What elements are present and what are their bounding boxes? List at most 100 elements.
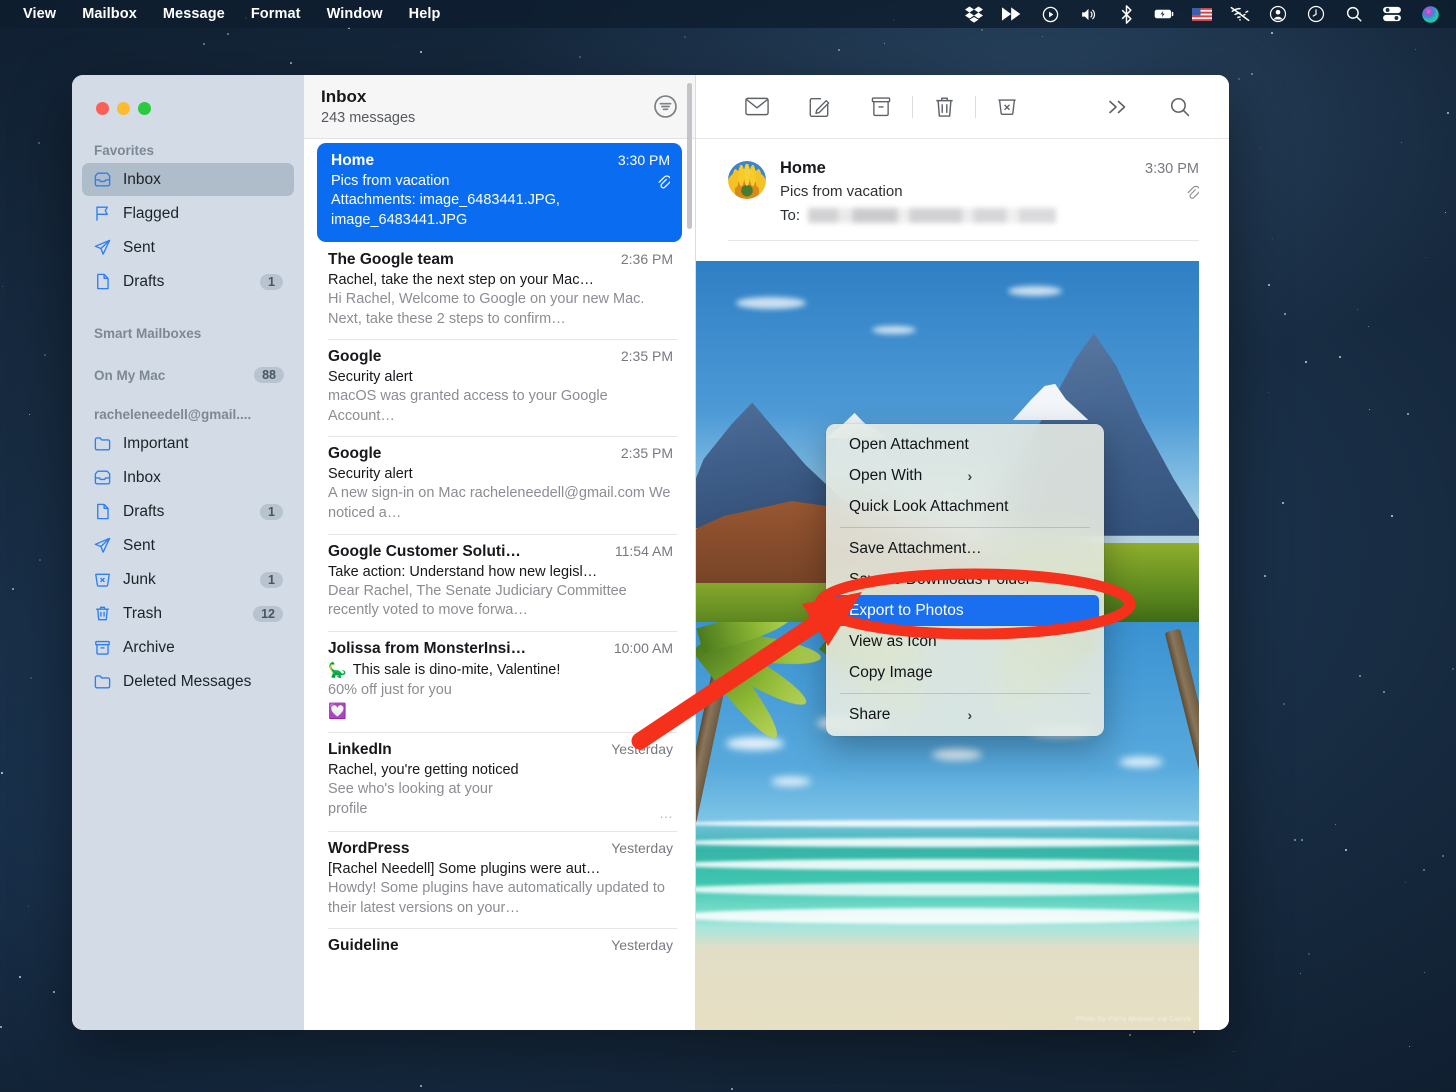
message-list-item[interactable]: Guideline Yesterday: [304, 928, 695, 965]
message-list-item[interactable]: LinkedIn Yesterday Rachel, you're gettin…: [304, 732, 695, 831]
message-preview: Hi Rachel, Welcome to Google on your new…: [328, 290, 673, 329]
dropbox-icon[interactable]: [964, 4, 984, 24]
message-list-item[interactable]: Google 2:35 PM Security alert macOS was …: [304, 339, 695, 436]
on-my-mac-label: On My Mac: [94, 368, 165, 383]
message-time: 2:36 PM: [621, 251, 673, 267]
message-list-scroll[interactable]: Home 3:30 PM Pics from vacation Attachme…: [304, 139, 695, 1030]
message-list-item[interactable]: Jolissa from MonsterInsi… 10:00 AM 🦕 Thi…: [304, 631, 695, 733]
sidebar-item-archive[interactable]: Archive: [82, 631, 294, 664]
filter-icon[interactable]: [652, 93, 679, 120]
close-button[interactable]: [96, 102, 109, 115]
message-sender: Google Customer Soluti…: [328, 543, 607, 561]
message-preview: Howdy! Some plugins have automatically u…: [328, 879, 673, 918]
mark-unread-button[interactable]: [726, 87, 788, 127]
user-account-icon[interactable]: [1268, 4, 1288, 24]
message-list-item[interactable]: Google Customer Soluti… 11:54 AM Take ac…: [304, 534, 695, 631]
message-list-item[interactable]: The Google team 2:36 PM Rachel, take the…: [304, 242, 695, 339]
sidebar-item-account-drafts[interactable]: Drafts 1: [82, 495, 294, 528]
sidebar-item-junk[interactable]: Junk 1: [82, 563, 294, 596]
fast-forward-icon[interactable]: [1002, 4, 1022, 24]
menu-item-save-attachment[interactable]: Save Attachment…: [831, 533, 1099, 564]
menu-item-open-attachment[interactable]: Open Attachment: [831, 429, 1099, 460]
sidebar-item-label: Drafts: [123, 273, 249, 291]
menu-item-save-to-downloads-folder[interactable]: Save to Downloads Folder: [831, 564, 1099, 595]
sidebar-item-trash[interactable]: Trash 12: [82, 597, 294, 630]
play-circle-icon[interactable]: [1040, 4, 1060, 24]
menu-item-export-to-photos[interactable]: Export to Photos: [831, 595, 1099, 626]
message-time: Yesterday: [611, 840, 673, 856]
message-list-item[interactable]: Home 3:30 PM Pics from vacation Attachme…: [317, 143, 682, 242]
menu-item-label: Share: [849, 706, 968, 724]
menu-item-mailbox[interactable]: Mailbox: [69, 4, 150, 24]
sidebar-section-favorites: Favorites: [72, 143, 304, 158]
sidebar-item-account-sent[interactable]: Sent: [82, 529, 294, 562]
siri-icon[interactable]: [1420, 4, 1440, 24]
sidebar-item-sent[interactable]: Sent: [82, 231, 294, 264]
message-list-pane: Inbox 243 messages Home 3:30 PM Pics fro…: [304, 75, 696, 1030]
menu-item-label: Export to Photos: [849, 602, 1086, 620]
sidebar-item-drafts[interactable]: Drafts 1: [82, 265, 294, 298]
message-list-scrollbar[interactable]: [687, 83, 692, 229]
message-preview: macOS was granted access to your Google …: [328, 387, 673, 426]
sidebar-section-account: racheleneedell@gmail....: [72, 407, 304, 422]
more-button[interactable]: [1087, 87, 1149, 127]
menu-item-window[interactable]: Window: [314, 4, 396, 24]
sidebar-item-deleted-messages[interactable]: Deleted Messages: [82, 665, 294, 698]
menu-item-view[interactable]: View: [10, 4, 69, 24]
control-center-icon[interactable]: [1382, 4, 1402, 24]
archive-icon: [93, 638, 112, 657]
message-preview: A new sign-in on Mac racheleneedell@gmai…: [328, 484, 673, 523]
message-time: 11:54 AM: [615, 543, 673, 559]
time-machine-icon[interactable]: [1306, 4, 1326, 24]
sidebar-item-label: Inbox: [123, 171, 283, 189]
wifi-off-icon[interactable]: [1230, 4, 1250, 24]
sidebar-item-important[interactable]: Important: [82, 427, 294, 460]
message-sender: Jolissa from MonsterInsi…: [328, 640, 606, 658]
window-traffic-lights: [72, 75, 304, 115]
menu-item-message[interactable]: Message: [150, 4, 238, 24]
sidebar-item-badge: 1: [260, 572, 283, 588]
menu-item-format[interactable]: Format: [238, 4, 314, 24]
message-list-item[interactable]: WordPress Yesterday [Rachel Needell] Som…: [304, 831, 695, 928]
menu-item-help[interactable]: Help: [396, 4, 454, 24]
search-button[interactable]: [1149, 87, 1211, 127]
message-time: 10:00 AM: [614, 640, 673, 656]
menu-item-share[interactable]: Share ›: [831, 699, 1099, 730]
sidebar-item-on-my-mac[interactable]: On My Mac 88: [72, 367, 304, 383]
inbox-icon: [93, 468, 112, 487]
message-preview: Dear Rachel, The Senate Judiciary Commit…: [328, 582, 673, 621]
message-sender: Google: [328, 445, 613, 463]
spotlight-search-icon[interactable]: [1344, 4, 1364, 24]
draft-icon: [93, 502, 112, 521]
us-flag-input-icon[interactable]: [1192, 4, 1212, 24]
volume-icon[interactable]: [1078, 4, 1098, 24]
archive-button[interactable]: [850, 87, 912, 127]
menu-item-open-with[interactable]: Open With ›: [831, 460, 1099, 491]
minimize-button[interactable]: [117, 102, 130, 115]
message-time: Yesterday: [611, 937, 673, 953]
sidebar-item-flagged[interactable]: Flagged: [82, 197, 294, 230]
sidebar: Favorites Inbox Flagged Sent Drafts 1 Sm…: [72, 75, 304, 1030]
sidebar-item-label: Drafts: [123, 503, 249, 521]
sidebar-item-inbox[interactable]: Inbox: [82, 163, 294, 196]
bluetooth-icon[interactable]: [1116, 4, 1136, 24]
menu-item-label: View as Icon: [849, 633, 1086, 651]
attachment-context-menu: Open Attachment Open With › Quick Look A…: [826, 424, 1104, 736]
compose-button[interactable]: [788, 87, 850, 127]
menu-separator: [840, 693, 1090, 694]
message-list-item[interactable]: Google 2:35 PM Security alert A new sign…: [304, 436, 695, 533]
zoom-button[interactable]: [138, 102, 151, 115]
battery-charging-icon[interactable]: [1154, 4, 1174, 24]
delete-button[interactable]: [913, 87, 975, 127]
draft-icon: [93, 272, 112, 291]
menu-item-view-as-icon[interactable]: View as Icon: [831, 626, 1099, 657]
sidebar-item-label: Flagged: [123, 205, 283, 223]
sidebar-item-account-inbox[interactable]: Inbox: [82, 461, 294, 494]
junk-button[interactable]: [976, 87, 1038, 127]
menu-item-copy-image[interactable]: Copy Image: [831, 657, 1099, 688]
menu-bar: View Mailbox Message Format Window Help: [0, 0, 1456, 28]
message-header: Home 3:30 PM Pics from vacation To:: [696, 139, 1229, 241]
menu-item-label: Open With: [849, 467, 968, 485]
menu-item-quick-look-attachment[interactable]: Quick Look Attachment: [831, 491, 1099, 522]
dinosaur-emoji: 🦕: [328, 661, 347, 679]
